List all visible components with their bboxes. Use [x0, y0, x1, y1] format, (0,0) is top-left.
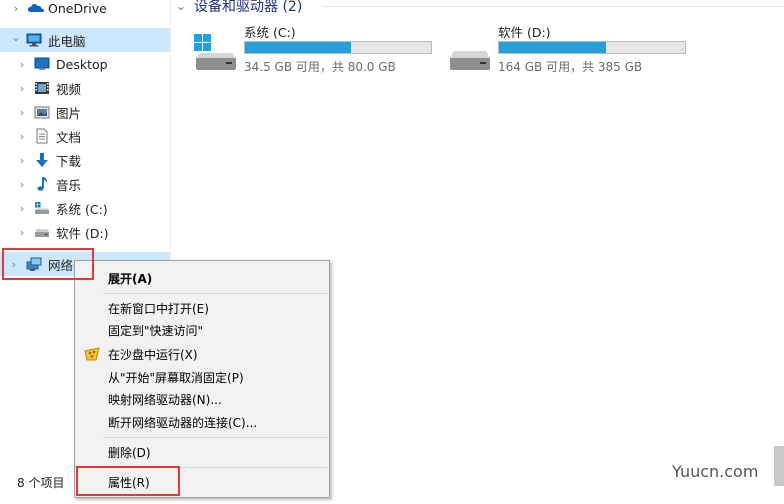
drive-usage-fill: [245, 42, 351, 53]
highlight-box-properties: [76, 466, 180, 496]
expand-chevron-icon[interactable]: ›: [16, 130, 28, 143]
menu-item-label: 固定到"快速访问": [108, 323, 204, 338]
menu-separator: [103, 293, 327, 294]
collapse-chevron-icon[interactable]: ⌄: [176, 0, 190, 13]
nav-item-label: 系统 (C:): [56, 201, 108, 217]
menu-item-label: 展开(A): [108, 271, 153, 286]
nav-item-label: OneDrive: [48, 0, 107, 16]
downloads-arrow-icon: [36, 153, 48, 167]
drive-free-space: 34.5 GB 可用，共 80.0 GB: [244, 60, 396, 74]
onedrive-cloud-icon: [28, 4, 44, 12]
drive-tile-system[interactable]: 系统 (C:) 34.5 GB 可用，共 80.0 GB: [194, 22, 439, 78]
nav-item-system-drive[interactable]: › 系统 (C:): [0, 196, 170, 220]
expand-chevron-icon[interactable]: ›: [16, 154, 28, 167]
menu-separator: [103, 437, 327, 438]
nav-item-label: 软件 (D:): [56, 225, 109, 241]
menu-item-open-new-window[interactable]: 在新窗口中打开(E): [75, 297, 329, 319]
this-pc-icon: [26, 33, 42, 47]
menu-item-pin-quick-access[interactable]: 固定到"快速访问": [75, 319, 329, 341]
watermark: Yuucn.com: [672, 462, 759, 481]
menu-item-label: 删除(D): [108, 445, 151, 460]
menu-item-label: 映射网络驱动器(N)...: [108, 392, 222, 407]
drive-usage-fill: [499, 42, 606, 53]
expand-chevron-icon[interactable]: ›: [16, 202, 28, 215]
highlight-box-network: [2, 248, 94, 280]
nav-item-onedrive[interactable]: › OneDrive: [0, 0, 170, 20]
section-divider: [322, 6, 784, 7]
devices-section-header[interactable]: ⌄ 设备和驱动器 (2): [176, 0, 302, 16]
collapse-chevron-icon[interactable]: ⌄: [10, 31, 22, 44]
nav-item-downloads[interactable]: › 下载: [0, 148, 170, 172]
nav-item-label: 此电脑: [48, 33, 86, 49]
nav-item-videos[interactable]: › 视频: [0, 76, 170, 100]
documents-folder-icon: [36, 128, 48, 144]
scrollbar-thumb[interactable]: [774, 446, 784, 486]
menu-item-label: 断开网络驱动器的连接(C)...: [108, 415, 258, 430]
expand-chevron-icon[interactable]: ›: [16, 82, 28, 95]
menu-item-delete[interactable]: 删除(D): [75, 441, 329, 463]
expand-chevron-icon[interactable]: ›: [16, 226, 28, 239]
section-title: 设备和驱动器 (2): [194, 0, 303, 15]
pictures-folder-icon: [34, 106, 50, 119]
nav-item-documents[interactable]: › 文档: [0, 124, 170, 148]
expand-chevron-icon[interactable]: ›: [16, 106, 28, 119]
nav-item-music[interactable]: › 音乐: [0, 172, 170, 196]
context-menu: 展开(A) 在新窗口中打开(E) 固定到"快速访问" 在沙盘中运行(X) 从"开…: [74, 260, 330, 498]
nav-item-this-pc[interactable]: ⌄ 此电脑: [0, 28, 170, 52]
nav-item-label: 下载: [56, 153, 82, 169]
menu-item-run-sandboxed[interactable]: 在沙盘中运行(X): [75, 343, 329, 365]
drive-usage-bar: [498, 41, 686, 54]
menu-item-expand[interactable]: 展开(A): [75, 267, 329, 289]
drive-name: 系统 (C:): [244, 25, 296, 40]
menu-item-label: 在新窗口中打开(E): [108, 301, 209, 316]
music-note-icon: [37, 177, 47, 191]
expand-chevron-icon[interactable]: ›: [16, 178, 28, 191]
status-item-count: 8 个项目: [17, 476, 65, 490]
windows-drive-icon: [194, 34, 236, 70]
menu-item-disconnect-network-drive[interactable]: 断开网络驱动器的连接(C)...: [75, 411, 329, 433]
nav-item-pictures[interactable]: › 图片: [0, 100, 170, 124]
nav-item-label: 音乐: [56, 177, 82, 193]
menu-item-label: 从"开始"屏幕取消固定(P): [108, 370, 244, 385]
hard-drive-icon: [450, 51, 490, 70]
system-drive-icon: [35, 202, 49, 214]
nav-item-label: 文档: [56, 129, 82, 145]
videos-folder-icon: [35, 82, 49, 94]
expand-chevron-icon[interactable]: ›: [16, 58, 28, 71]
drive-tile-software[interactable]: 软件 (D:) 164 GB 可用，共 385 GB: [448, 22, 693, 78]
desktop-folder-icon: [34, 57, 50, 70]
menu-item-label: 在沙盘中运行(X): [108, 347, 198, 362]
nav-item-desktop[interactable]: › Desktop: [0, 52, 170, 76]
sandbox-icon: [84, 347, 100, 361]
drive-usage-bar: [244, 41, 432, 54]
menu-item-map-network-drive[interactable]: 映射网络驱动器(N)...: [75, 388, 329, 410]
menu-item-unpin-start[interactable]: 从"开始"屏幕取消固定(P): [75, 366, 329, 388]
nav-item-label: Desktop: [56, 56, 108, 72]
expand-chevron-icon[interactable]: ›: [10, 2, 22, 15]
drive-icon: [35, 229, 49, 237]
drive-free-space: 164 GB 可用，共 385 GB: [498, 60, 643, 74]
nav-item-label: 图片: [56, 105, 82, 121]
nav-item-label: 视频: [56, 81, 82, 97]
nav-item-software-drive[interactable]: › 软件 (D:): [0, 220, 170, 244]
drive-name: 软件 (D:): [498, 25, 551, 40]
